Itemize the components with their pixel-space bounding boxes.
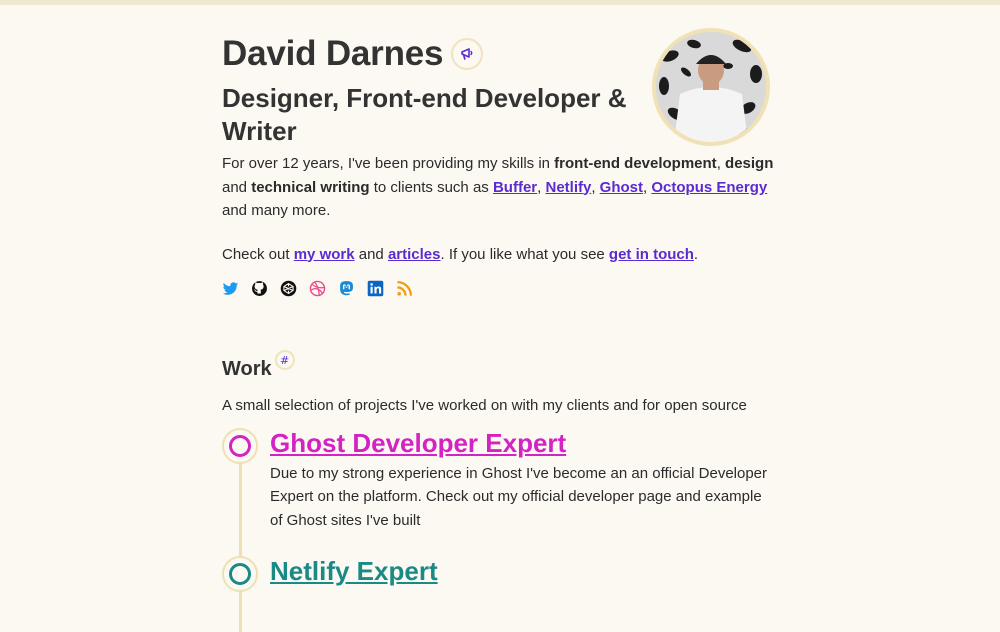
work-timeline: Ghost Developer Expert Due to my strong …	[222, 426, 782, 632]
project-title: Netlify Expert	[270, 554, 782, 588]
articles-link[interactable]: articles	[388, 246, 441, 263]
twitter-icon	[222, 282, 239, 295]
hero-section: David Darnes Designer, Front-end Develop…	[222, 28, 782, 297]
work-anchor-link[interactable]: #	[274, 350, 295, 370]
cta-text: . If you like what you see	[440, 245, 609, 263]
my-work-link[interactable]: my work	[294, 246, 355, 263]
avatar	[652, 28, 770, 146]
client-link-octopus-energy[interactable]: Octopus Energy	[651, 179, 767, 196]
intro-strong-frontend: front-end development	[554, 155, 717, 172]
rss-icon	[397, 280, 413, 296]
timeline-item: Ghost Developer Expert Due to my strong …	[222, 426, 782, 533]
megaphone-button[interactable]	[451, 38, 484, 70]
timeline-node-icon	[222, 556, 258, 592]
cta-text: and	[354, 245, 388, 263]
client-link-buffer[interactable]: Buffer	[493, 179, 537, 196]
github-icon	[252, 281, 267, 296]
twitter-link[interactable]	[222, 280, 239, 297]
cta-paragraph: Check out my work and articles. If you l…	[222, 243, 782, 267]
intro-strong-design: design	[725, 155, 774, 172]
linkedin-icon	[367, 280, 384, 297]
get-in-touch-link[interactable]: get in touch	[609, 246, 694, 263]
megaphone-icon	[461, 48, 473, 60]
ghost-developer-expert-link[interactable]: Ghost Developer Expert	[270, 428, 566, 458]
timeline-node-icon	[222, 427, 258, 464]
page-title: David Darnes	[222, 34, 444, 73]
page-subtitle: Designer, Front-end Developer & Writer	[222, 83, 627, 146]
intro-text: and many more.	[222, 202, 331, 219]
work-heading-row: Work #	[222, 350, 782, 381]
codepen-icon	[280, 280, 297, 297]
timeline-item: Netlify Expert	[222, 554, 782, 592]
intro-text: ,	[591, 178, 600, 196]
github-link[interactable]	[251, 280, 268, 297]
intro-text: and	[222, 178, 252, 196]
cta-text: Check out	[222, 245, 294, 263]
rss-link[interactable]	[396, 280, 413, 297]
social-links	[222, 280, 782, 297]
intro-text: to clients such as	[369, 178, 493, 196]
netlify-expert-link[interactable]: Netlify Expert	[270, 556, 438, 586]
project-title: Ghost Developer Expert	[270, 426, 782, 460]
intro-strong-writing: technical writing	[251, 178, 370, 196]
linkedin-link[interactable]	[367, 280, 384, 297]
cta-text: .	[693, 245, 699, 263]
project-description: Due to my strong experience in Ghost I'v…	[270, 464, 768, 529]
work-subtitle: A small selection of projects I've worke…	[222, 397, 747, 414]
work-section: Work # A small selection of projects I'v…	[222, 350, 782, 632]
intro-paragraph: For over 12 years, I've been providing m…	[222, 152, 777, 223]
dribbble-link[interactable]	[309, 280, 326, 297]
mastodon-icon	[340, 281, 353, 296]
client-link-netlify[interactable]: Netlify	[545, 179, 591, 196]
top-accent-bar	[0, 0, 1000, 5]
mastodon-link[interactable]	[338, 280, 355, 297]
intro-text: For over 12 years, I've been providing m…	[222, 155, 555, 172]
work-heading: Work	[222, 358, 272, 380]
client-link-ghost[interactable]: Ghost	[600, 179, 643, 196]
codepen-link[interactable]	[280, 280, 297, 297]
dribbble-icon	[309, 280, 326, 297]
intro-text: ,	[716, 155, 726, 172]
